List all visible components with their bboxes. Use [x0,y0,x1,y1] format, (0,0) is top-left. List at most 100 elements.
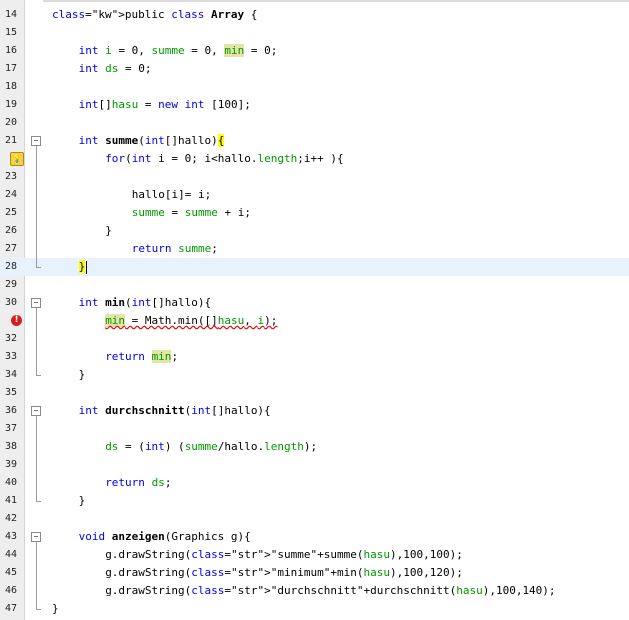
code-line[interactable]: 38 ds = (int) (summe/hallo.length); [0,438,629,456]
collapse-fold-icon[interactable]: − [31,136,41,146]
line-number: 14 [5,9,18,20]
warning-bulb-icon[interactable]: 💡 [10,152,24,166]
code-text[interactable]: void anzeigen(Graphics g){ [79,528,251,546]
code-line[interactable]: 28} [0,258,629,276]
line-number: 16 [5,45,18,56]
line-number: 36 [5,405,18,416]
code-line[interactable]: 43 void anzeigen(Graphics g){ [0,528,629,546]
code-line[interactable]: 47} [0,600,629,618]
code-line[interactable]: 42 [0,510,629,528]
fold-end-marker [36,501,41,502]
code-text[interactable]: } [105,222,112,240]
code-text[interactable]: g.drawString(class="str">"minimum"+min(h… [105,564,463,582]
line-number: 20 [5,117,18,128]
code-text[interactable]: int durchschnitt(int[]hallo){ [79,402,271,420]
code-text[interactable]: return summe; [132,240,218,258]
code-text[interactable]: hallo[i]= i; [132,186,211,204]
line-number: 26 [5,225,18,236]
code-line[interactable]: 40 return ds; [0,474,629,492]
line-number: 15 [5,27,18,38]
line-number: 24 [5,189,18,200]
code-text[interactable]: int summe(int[]hallo){ [79,132,225,150]
code-line[interactable]: 44 g.drawString(class="str">"summe"+summe… [0,546,629,564]
line-number: 21 [5,135,18,146]
code-line[interactable]: 16 int i = 0, summe = 0, min = 0; [0,42,629,60]
line-number: 29 [5,279,18,290]
line-number: 35 [5,387,18,398]
code-line[interactable]: 30 int min(int[]hallo){ [0,294,629,312]
code-line[interactable]: 34} [0,366,629,384]
code-text[interactable]: int[]hasu = new int [100]; [79,96,251,114]
line-number: 33 [5,351,18,362]
fold-guide-line [36,416,37,501]
line-number: 19 [5,99,18,110]
code-line[interactable]: 22for(int i = 0; i<hallo.length;i++ ){💡 [0,150,629,168]
error-icon[interactable]: ! [11,315,22,326]
line-number: 27 [5,243,18,254]
code-line[interactable]: 33 return min; [0,348,629,366]
code-line[interactable]: 19 int[]hasu = new int [100]; [0,96,629,114]
code-text[interactable]: ds = (int) (summe/hallo.length); [105,438,317,456]
code-line[interactable]: 23 [0,168,629,186]
code-line[interactable]: 39 [0,456,629,474]
code-text[interactable]: min = Math.min([]hasu, i); [105,312,277,330]
code-text[interactable]: } [79,366,86,384]
code-text[interactable]: } [79,492,86,510]
code-line[interactable]: 17 int ds = 0; [0,60,629,78]
fold-end-marker [36,375,41,376]
fold-guide-line [36,542,37,609]
code-line[interactable]: 26} [0,222,629,240]
collapse-fold-icon[interactable]: − [31,298,41,308]
code-line[interactable]: 18 [0,78,629,96]
code-text[interactable]: for(int i = 0; i<hallo.length;i++ ){ [105,150,343,168]
code-text[interactable]: class="kw">public class Array { [52,6,257,24]
code-line[interactable]: 27 return summe; [0,240,629,258]
code-text[interactable]: summe = summe + i; [132,204,251,222]
line-number: 32 [5,333,18,344]
code-line[interactable]: 36 int durchschnitt(int[]hallo){ [0,402,629,420]
code-text[interactable]: g.drawString(class="str">"summe"+summe(h… [105,546,463,564]
code-line[interactable]: 41} [0,492,629,510]
collapse-fold-icon[interactable]: − [31,532,41,542]
line-number: 44 [5,549,18,560]
code-line[interactable]: 24 hallo[i]= i; [0,186,629,204]
code-line[interactable]: 15 [0,24,629,42]
code-line[interactable]: 25 summe = summe + i; [0,204,629,222]
code-line[interactable]: 45 g.drawString(class="str">"minimum"+min… [0,564,629,582]
fold-end-marker [36,267,41,268]
fold-guide-line [36,146,37,267]
code-text[interactable]: } [78,258,88,276]
editor-top-edge [0,0,629,2]
code-text[interactable]: g.drawString(class="str">"durchschnitt"+… [105,582,555,600]
code-text[interactable]: } [52,600,59,618]
line-number: 25 [5,207,18,218]
code-line[interactable]: 46 g.drawString(class="str">"durchschnitt… [0,582,629,600]
code-line[interactable]: 29 [0,276,629,294]
collapse-fold-icon[interactable]: − [31,406,41,416]
line-number: 42 [5,513,18,524]
code-line[interactable]: 20 [0,114,629,132]
line-number: 43 [5,531,18,542]
code-text[interactable]: int min(int[]hallo){ [79,294,211,312]
code-line[interactable]: 37 [0,420,629,438]
code-text[interactable]: return ds; [105,474,171,492]
line-number: 34 [5,369,18,380]
code-text[interactable]: int i = 0, summe = 0, min = 0; [79,42,277,60]
code-line[interactable]: 35 [0,384,629,402]
line-number: 38 [5,441,18,452]
line-number: 40 [5,477,18,488]
code-line[interactable]: 21 int summe(int[]hallo){ [0,132,629,150]
line-number: 28 [5,261,18,272]
line-number: 39 [5,459,18,470]
code-text[interactable]: int ds = 0; [79,60,152,78]
code-line[interactable]: 14 class="kw">public class Array { [0,6,629,24]
code-line[interactable]: 32 [0,330,629,348]
fold-end-marker [36,609,41,610]
line-number: 18 [5,81,18,92]
code-text[interactable]: return min; [105,348,178,366]
fold-guide-line [36,308,37,375]
line-number: 30 [5,297,18,308]
line-number: 37 [5,423,18,434]
line-number: 46 [5,585,18,596]
code-line[interactable]: 31min = Math.min([]hasu, i);! [0,312,629,330]
